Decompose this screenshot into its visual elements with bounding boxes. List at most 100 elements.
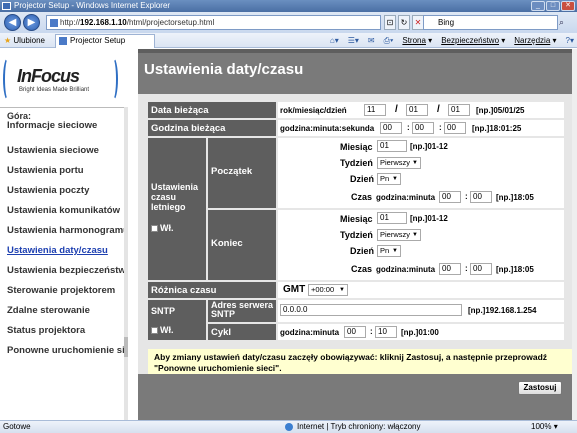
sidebar-item-network-settings[interactable]: Ustawienia sieciowe: [7, 141, 128, 161]
tab-projector-setup[interactable]: Projector Setup: [55, 34, 155, 48]
dst-start-label: Początek: [208, 138, 276, 208]
start-minute-input[interactable]: 00: [470, 191, 492, 203]
time-hour-input[interactable]: 00: [380, 122, 402, 134]
start-month-input[interactable]: 01: [377, 140, 407, 152]
back-icon[interactable]: ◀: [4, 14, 21, 31]
help-icon[interactable]: ?▾: [566, 33, 574, 48]
date-month-input[interactable]: 01: [406, 104, 428, 116]
start-month-label: Miesiąc: [340, 142, 373, 152]
date-sep-2: /: [437, 104, 440, 115]
timezone-select[interactable]: +00:00 ▼: [308, 284, 348, 296]
cycle-minute-input[interactable]: 10: [375, 326, 397, 338]
dst-end-label: Koniec: [208, 210, 276, 280]
sidebar-item-port-settings[interactable]: Ustawienia portu: [7, 161, 128, 181]
dst-enable-checkbox[interactable]: [151, 225, 158, 233]
current-time-label: Godzina bieżąca: [148, 120, 276, 136]
favorites-bar: ★ Ulubione Projector Setup ⌂▾ ☰▾ ✉ ⎙▾ St…: [0, 33, 577, 48]
chevron-down-icon: ▼: [412, 232, 418, 238]
logo-brand: InFocus: [17, 66, 80, 86]
end-week-label: Tydzień: [340, 230, 373, 240]
sidebar-item-schedule-settings[interactable]: Ustawienia harmonogramu: [7, 221, 128, 241]
sntp-server-label: Adres serwera SNTP: [208, 300, 276, 322]
address-bar[interactable]: http://192.168.1.10/html/projectorsetup.…: [46, 15, 381, 30]
sidebar-scrollbar[interactable]: [124, 107, 128, 420]
timezone-cell: GMT +00:00 ▼: [278, 282, 564, 298]
sntp-enable[interactable]: Wł.: [151, 325, 174, 335]
page-title: Ustawienia daty/czasu: [144, 61, 304, 78]
end-day-label: Dzień: [350, 246, 375, 256]
forward-icon[interactable]: ▶: [23, 14, 40, 31]
sidebar-scroll-thumb[interactable]: [124, 337, 128, 357]
feeds-icon[interactable]: ☰▾: [348, 33, 359, 48]
date-year-input[interactable]: 11: [364, 104, 386, 116]
mail-icon[interactable]: ✉: [368, 33, 375, 48]
sntp-server-hint: [np.]192.168.1.254: [468, 306, 537, 315]
cycle-hint: [np.]01:00: [401, 328, 439, 337]
logo-arc-left: [3, 57, 13, 101]
apply-note: Aby zmiany ustawień daty/czasu zaczęły o…: [148, 349, 572, 375]
end-month-label: Miesiąc: [340, 214, 373, 224]
apply-button[interactable]: Zastosuj: [518, 381, 562, 395]
end-minute-input[interactable]: 00: [470, 263, 492, 275]
sidebar-item-datetime-settings[interactable]: Ustawienia daty/czasu: [7, 241, 128, 261]
end-day-select[interactable]: Pn ▼: [377, 245, 401, 257]
sidebar-item-security-settings[interactable]: Ustawienia bezpieczeństwa: [7, 261, 128, 281]
home-icon[interactable]: ⌂▾: [330, 33, 339, 48]
time-minute-input[interactable]: 00: [412, 122, 434, 134]
favorites-button[interactable]: ★ Ulubione: [4, 33, 45, 48]
cycle-hour-input[interactable]: 00: [344, 326, 366, 338]
dst-enable-label: Wł.: [160, 223, 174, 233]
date-day-input[interactable]: 01: [448, 104, 470, 116]
current-time-cell: godzina:minuta:sekunda 00 : 00 : 00 [np.…: [278, 120, 564, 136]
security-zone[interactable]: Internet | Tryb chroniony: włączony: [285, 421, 420, 433]
sidebar-item-mail-settings[interactable]: Ustawienia poczty: [7, 181, 128, 201]
start-hour-input[interactable]: 00: [439, 191, 461, 203]
tab-title: Projector Setup: [70, 36, 126, 45]
end-hour-input[interactable]: 00: [439, 263, 461, 275]
window-title-bar: Projector Setup - Windows Internet Explo…: [0, 0, 577, 12]
start-day-select[interactable]: Pn ▼: [377, 173, 401, 185]
sntp-server-cell: 0.0.0.0 [np.]192.168.1.254: [278, 300, 564, 322]
refresh-icon[interactable]: ↻: [398, 15, 410, 30]
safety-menu[interactable]: Bezpieczeństwo ▾: [441, 33, 505, 48]
start-time-hint: [np.]18:05: [496, 193, 534, 202]
zoom-level[interactable]: 100% ▾: [531, 421, 558, 433]
page-scrollbar[interactable]: [572, 49, 577, 420]
sidebar-item-projector-status[interactable]: Status projektora: [7, 321, 128, 341]
sidebar-item-network-info[interactable]: Informacje sieciowe: [7, 121, 128, 133]
end-week-select[interactable]: Pierwszy ▼: [377, 229, 421, 241]
dst-end-cell: Miesiąc 01 [np.]01-12 Tydzień Pierwszy ▼ …: [278, 210, 564, 280]
time-sep-2: :: [439, 123, 442, 132]
end-time-label: Czas: [351, 264, 373, 274]
print-icon[interactable]: ⎙▾: [384, 33, 394, 48]
sidebar-item-network-restart[interactable]: Ponowne uruchomienie sieci: [7, 341, 128, 361]
start-month-hint: [np.]01-12: [410, 142, 448, 151]
sidebar-item-remote-control[interactable]: Zdalne sterowanie: [7, 301, 128, 321]
minimize-button[interactable]: _: [531, 1, 545, 11]
cycle-format-label: godzina:minuta: [280, 328, 340, 337]
dst-enable[interactable]: Wł.: [151, 223, 174, 233]
search-box[interactable]: Bing ⌕: [423, 15, 564, 30]
navigation-bar: ◀ ▶ http://192.168.1.10/html/projectorse…: [0, 12, 577, 33]
star-icon: ★: [4, 36, 12, 45]
time-second-input[interactable]: 00: [444, 122, 466, 134]
sntp-enable-checkbox[interactable]: [151, 327, 158, 335]
tools-menu[interactable]: Narzędzia ▾: [514, 33, 556, 48]
maximize-button[interactable]: □: [546, 1, 560, 11]
page-menu[interactable]: Strona ▾: [402, 33, 432, 48]
end-month-input[interactable]: 01: [377, 212, 407, 224]
logo-arc-right: [108, 57, 118, 101]
sidebar-top-link[interactable]: Góra:: [7, 111, 128, 121]
start-week-select[interactable]: Pierwszy ▼: [377, 157, 421, 169]
close-button[interactable]: ✕: [561, 1, 575, 11]
sidebar-item-projector-control[interactable]: Sterowanie projektorem: [7, 281, 128, 301]
sidebar-item-message-settings[interactable]: Ustawienia komunikatów: [7, 201, 128, 221]
page-header: Ustawienia daty/czasu: [138, 49, 572, 94]
search-icon[interactable]: ⌕: [559, 16, 573, 29]
settings-table: Data bieżąca rok/miesiąc/dzień 11 / 01 /…: [148, 102, 572, 375]
panel-footer: Zastosuj: [138, 374, 572, 420]
sntp-label: SNTP: [151, 306, 176, 316]
status-text: Gotowe: [3, 422, 31, 431]
compat-view-icon[interactable]: ⊡: [384, 15, 396, 30]
sntp-server-input[interactable]: 0.0.0.0: [280, 304, 462, 316]
